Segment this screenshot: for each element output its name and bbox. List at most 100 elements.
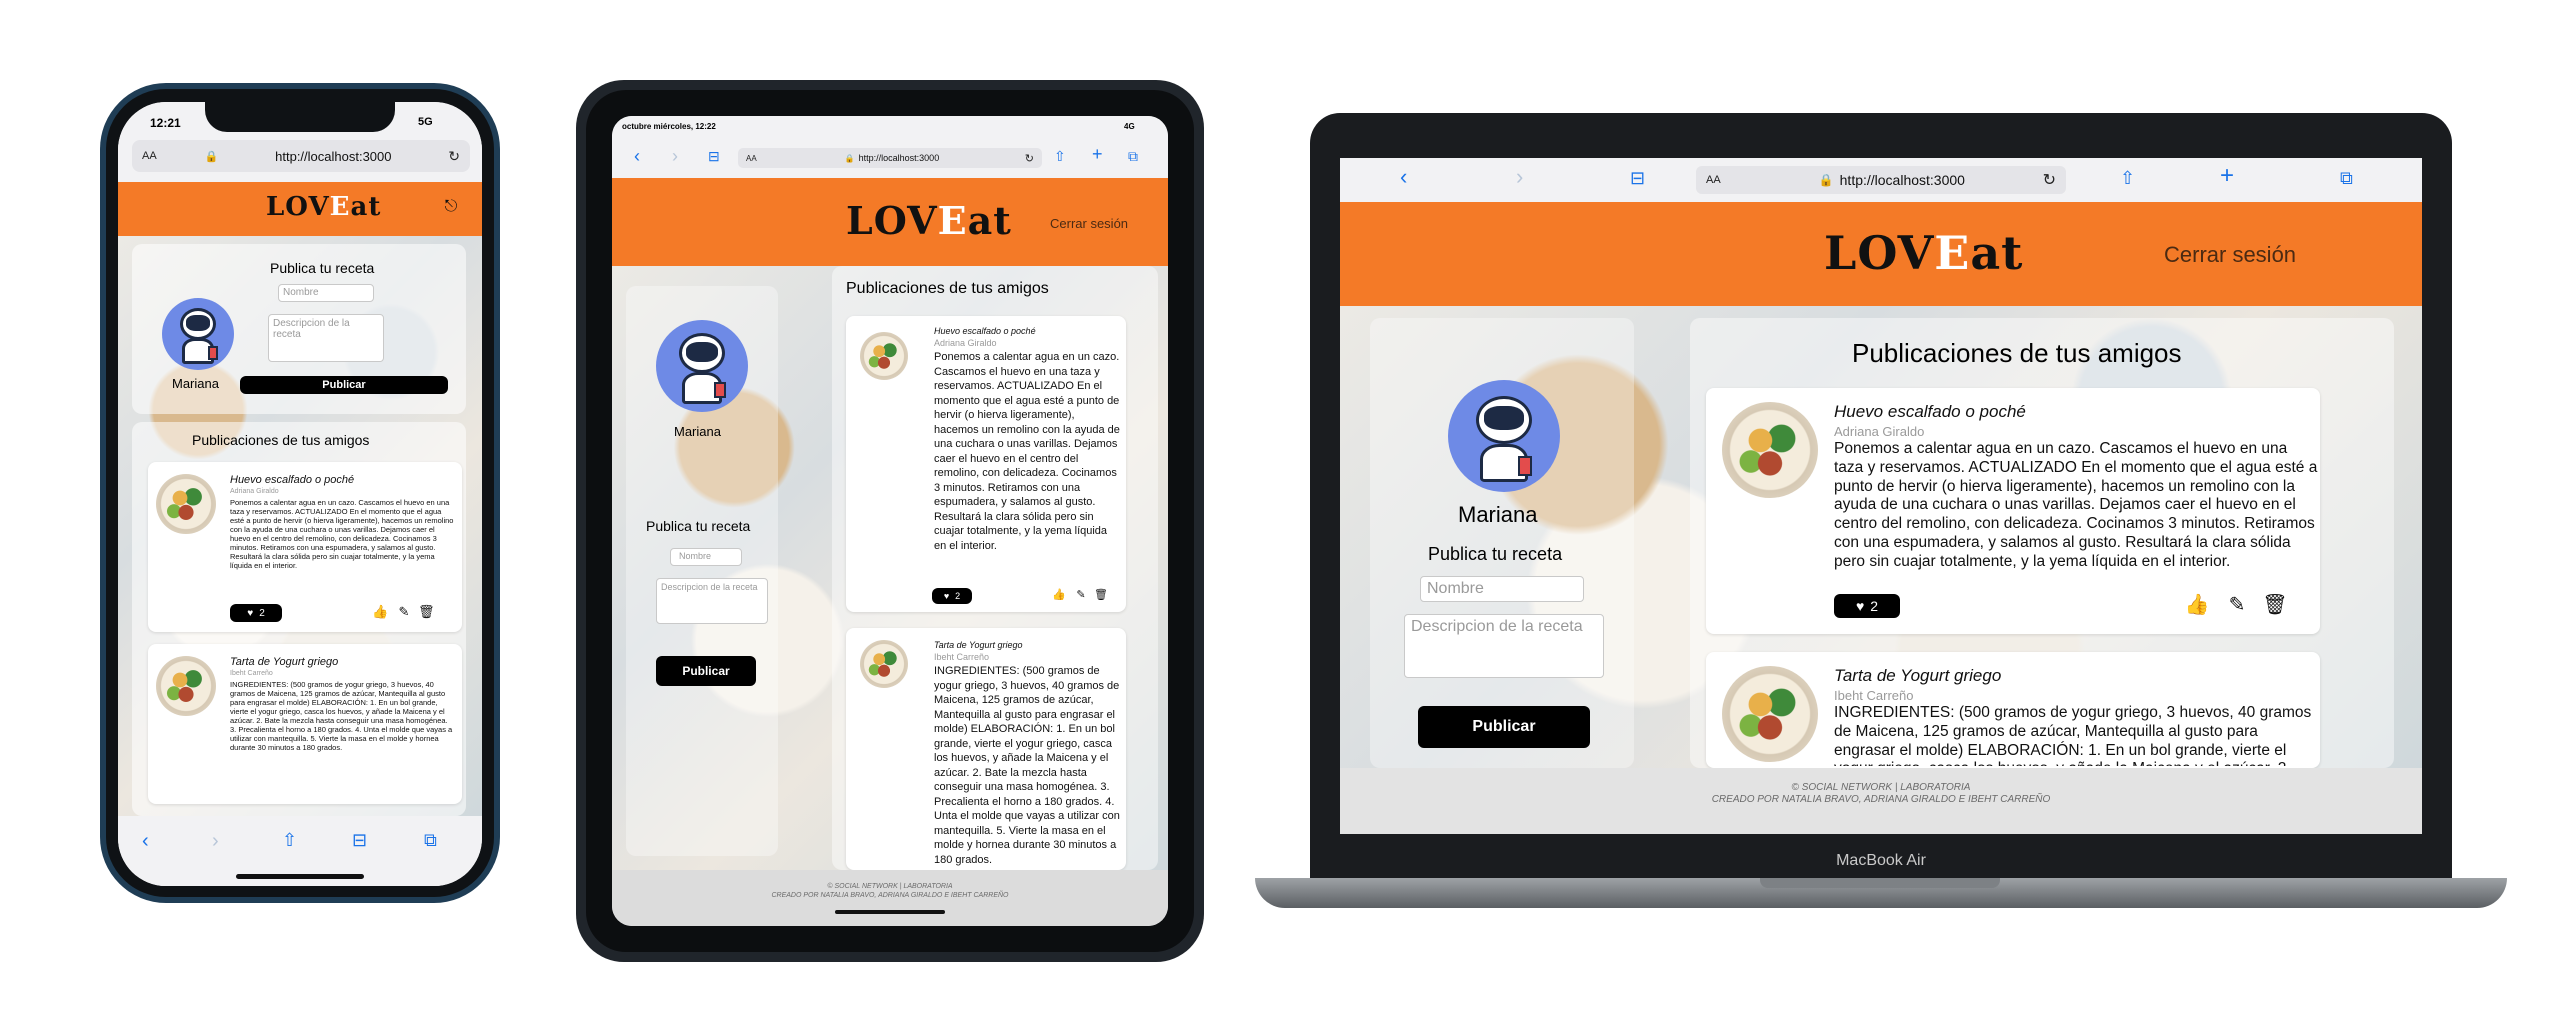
back-icon[interactable]: ‹ (1400, 164, 1407, 190)
edit-icon[interactable]: ✎ (1074, 588, 1088, 601)
recipe-image (156, 656, 216, 716)
avatar (162, 298, 234, 370)
recipe-name-input[interactable]: Nombre (1420, 576, 1584, 602)
thumbs-up-icon[interactable]: 👍 (2184, 592, 2210, 617)
feed-title: Publicaciones de tus amigos (1852, 338, 2182, 368)
post-body: INGREDIENTES: (500 gramos de yogur grieg… (1834, 704, 2312, 766)
laptop-browser-bar: ‹ › ⊟ AA 🔒 http://localhost:3000 ↻ ⇧ + ⧉ (1340, 158, 2422, 202)
publish-button[interactable]: Publicar (1418, 706, 1590, 748)
bookmarks-icon[interactable]: ⊟ (352, 830, 367, 851)
laptop-address-bar[interactable]: AA 🔒 http://localhost:3000 ↻ (1696, 166, 2066, 194)
post-author: Adriana Giraldo (230, 488, 279, 495)
share-icon[interactable]: ⇧ (1054, 148, 1066, 165)
like-button[interactable]: ♥ 2 (932, 588, 972, 604)
reload-icon[interactable]: ↻ (448, 148, 460, 165)
post-card: Tarta de Yogurt griego Ibeht Carreño ING… (148, 644, 462, 804)
recipe-description-input[interactable]: Descripcion de la receta (656, 578, 768, 624)
new-tab-icon[interactable]: + (2220, 162, 2234, 190)
feed-panel: Publicaciones de tus amigos Huevo escalf… (1690, 318, 2394, 768)
bookmarks-icon[interactable]: ⊟ (708, 148, 720, 165)
trash-icon[interactable]: 🗑 (418, 604, 435, 620)
trash-icon[interactable]: 🗑 (2262, 592, 2288, 617)
new-tab-icon[interactable]: + (1092, 144, 1103, 165)
phone-screen: 12:21 5G AA 🔒 http://localhost:3000 ↻ LO… (118, 102, 482, 886)
phone-notch (205, 100, 395, 132)
thumbs-up-icon[interactable]: 👍 (1052, 588, 1066, 601)
forward-icon[interactable]: › (1516, 164, 1523, 190)
recipe-description-input[interactable]: Descripcion de la receta (1404, 614, 1604, 678)
tablet-signal: 4G (1124, 122, 1135, 131)
recipe-name-input[interactable]: Nombre (670, 548, 742, 566)
feed-panel: Publicaciones de tus amigos Huevo escalf… (132, 422, 466, 816)
profile-panel: Publica tu receta Mariana Nombre Descrip… (132, 244, 466, 414)
phone-bottom-toolbar: ‹ › ⇧ ⊟ ⧉ (118, 816, 482, 886)
edit-icon[interactable]: ✎ (396, 604, 412, 620)
phone-signal: 5G (418, 116, 433, 128)
post-author: Ibeht Carreño (1834, 688, 1914, 703)
thumbs-up-icon[interactable]: 👍 (372, 604, 388, 620)
text-size-button[interactable]: AA (142, 150, 157, 162)
publish-button[interactable]: Publicar (656, 656, 756, 686)
device-mockup-stage: 12:21 5G AA 🔒 http://localhost:3000 ↻ LO… (0, 0, 2564, 1012)
text-size-button[interactable]: AA (1706, 174, 1721, 186)
feed-title: Publicaciones de tus amigos (192, 432, 370, 448)
recipe-name-input[interactable]: Nombre (278, 284, 374, 302)
post-card: Huevo escalfado o poché Adriana Giraldo … (148, 462, 462, 632)
like-count: 2 (259, 607, 265, 619)
logout-link[interactable]: Cerrar sesión (2164, 242, 2296, 268)
post-title: Tarta de Yogurt griego (934, 640, 1023, 650)
forward-icon[interactable]: › (212, 830, 219, 853)
home-indicator (236, 874, 364, 879)
post-title: Huevo escalfado o poché (934, 326, 1036, 336)
url-text: http://localhost:3000 (858, 153, 940, 163)
recipe-image (860, 332, 908, 380)
tablet-screen: octubre miércoles, 12:22 4G ‹ › ⊟ AA 🔒 h… (612, 116, 1168, 926)
recipe-image (1722, 666, 1818, 762)
heart-icon: ♥ (247, 607, 254, 619)
back-icon[interactable]: ‹ (634, 146, 640, 167)
phone-browser-bar: AA 🔒 http://localhost:3000 ↻ (118, 132, 482, 182)
bookmarks-icon[interactable]: ⊟ (1630, 168, 1645, 189)
logout-icon[interactable]: ⎋ (440, 198, 462, 216)
recipe-description-input[interactable]: Descripcion de la receta (268, 314, 384, 362)
home-indicator (835, 910, 945, 914)
tablet-address-bar[interactable]: AA 🔒 http://localhost:3000 ↻ (738, 148, 1042, 168)
user-name: Mariana (674, 424, 721, 439)
text-size-button[interactable]: AA (746, 154, 757, 163)
tabs-icon[interactable]: ⧉ (1128, 148, 1138, 165)
laptop-app-header: LOVEat Cerrar sesión (1340, 202, 2422, 306)
app-footer: © SOCIAL NETWORK | LABORATORIA CREADO PO… (612, 870, 1168, 926)
reload-icon[interactable]: ↻ (1025, 152, 1034, 165)
share-icon[interactable]: ⇧ (2120, 168, 2135, 189)
post-card: Huevo escalfado o poché Adriana Giraldo … (1706, 388, 2320, 634)
app-logo: LOVEat (846, 198, 1012, 243)
post-card: Huevo escalfado o poché Adriana Giraldo … (846, 316, 1126, 612)
tabs-icon[interactable]: ⧉ (2340, 168, 2353, 189)
tablet-status-bar: octubre miércoles, 12:22 4G (612, 116, 1168, 138)
post-author: Ibeht Carreño (230, 670, 273, 677)
phone-background: Publica tu receta Mariana Nombre Descrip… (118, 236, 482, 816)
publish-title: Publica tu receta (646, 518, 751, 534)
logout-link[interactable]: Cerrar sesión (1050, 216, 1128, 231)
lock-icon: 🔒 (844, 153, 855, 163)
post-author: Adriana Giraldo (934, 338, 997, 348)
reload-icon[interactable]: ↻ (2043, 170, 2056, 190)
edit-icon[interactable]: ✎ (2224, 592, 2250, 617)
forward-icon[interactable]: › (672, 146, 678, 167)
trash-icon[interactable]: 🗑 (1094, 588, 1108, 601)
phone-address-bar[interactable]: AA 🔒 http://localhost:3000 ↻ (132, 140, 470, 172)
publish-button[interactable]: Publicar (240, 376, 448, 394)
tablet-browser-bar: ‹ › ⊟ AA 🔒 http://localhost:3000 ↻ ⇧ + ⧉ (612, 138, 1168, 178)
like-button[interactable]: ♥ 2 (230, 604, 282, 622)
post-author: Adriana Giraldo (1834, 424, 1925, 439)
avatar (1448, 380, 1560, 492)
back-icon[interactable]: ‹ (142, 830, 149, 853)
post-title: Tarta de Yogurt griego (230, 656, 339, 668)
lock-icon: 🔒 (1818, 173, 1834, 187)
share-icon[interactable]: ⇧ (282, 830, 297, 851)
user-name: Mariana (172, 376, 219, 391)
footer-credits: CREADO POR NATALIA BRAVO, ADRIANA GIRALD… (771, 892, 1009, 899)
tabs-icon[interactable]: ⧉ (424, 830, 437, 851)
like-button[interactable]: ♥ 2 (1834, 594, 1900, 618)
footer-copyright: © SOCIAL NETWORK | LABORATORIA (827, 883, 953, 890)
